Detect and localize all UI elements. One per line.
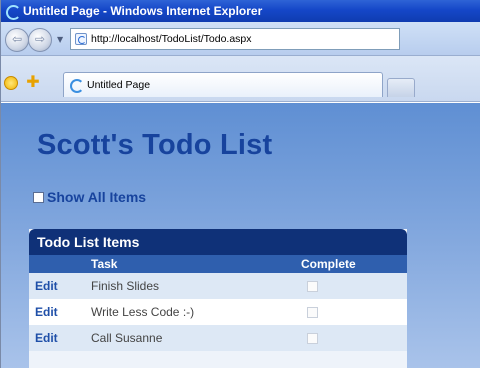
- column-header-complete: Complete: [301, 257, 356, 271]
- browser-window: Untitled Page - Windows Internet Explore…: [0, 0, 480, 368]
- tab-bar: ✚ Untitled Page: [1, 56, 480, 102]
- table-row: Edit Finish Slides: [29, 273, 407, 299]
- address-bar: ⇦ ⇨ ▼ http://localhost/TodoList/Todo.asp…: [1, 22, 480, 56]
- new-tab-button[interactable]: [387, 78, 415, 97]
- show-all-label: Show All Items: [47, 189, 147, 205]
- back-icon: ⇦: [11, 32, 23, 46]
- tab-untitled-page[interactable]: Untitled Page: [63, 72, 383, 97]
- complete-checkbox[interactable]: [307, 281, 318, 292]
- forward-button[interactable]: ⇨: [28, 28, 52, 52]
- edit-link[interactable]: Edit: [35, 273, 58, 299]
- forward-icon: ⇨: [34, 32, 46, 46]
- favorites-star-icon[interactable]: [4, 76, 18, 90]
- ie-icon: [5, 4, 21, 20]
- edit-link[interactable]: Edit: [35, 325, 58, 351]
- column-header-task: Task: [91, 257, 118, 271]
- grid-caption: Todo List Items: [29, 229, 407, 255]
- add-favorites-icon[interactable]: ✚: [25, 74, 41, 90]
- task-cell: Write Less Code :-): [91, 305, 195, 319]
- show-all-checkbox[interactable]: [33, 191, 44, 203]
- url-text: http://localhost/TodoList/Todo.aspx: [91, 33, 252, 45]
- history-dropdown-icon[interactable]: ▼: [57, 35, 63, 44]
- task-cell: Call Susanne: [91, 331, 163, 345]
- table-row: Edit Write Less Code :-): [29, 299, 407, 325]
- ie-tab-icon: [70, 78, 84, 93]
- title-bar: Untitled Page - Windows Internet Explore…: [1, 0, 480, 22]
- edit-link[interactable]: Edit: [35, 299, 58, 325]
- complete-checkbox[interactable]: [307, 333, 318, 344]
- grid-header: Task Complete: [29, 255, 407, 273]
- window-title: Untitled Page - Windows Internet Explore…: [23, 4, 263, 18]
- show-all-items-toggle[interactable]: Show All Items: [33, 189, 146, 205]
- back-button[interactable]: ⇦: [5, 28, 29, 52]
- url-input[interactable]: http://localhost/TodoList/Todo.aspx: [70, 28, 400, 50]
- task-cell: Finish Slides: [91, 279, 160, 293]
- page-title: Scott's Todo List: [37, 129, 273, 161]
- todo-grid: Todo List Items Task Complete Edit Finis…: [29, 229, 407, 368]
- complete-checkbox[interactable]: [307, 307, 318, 318]
- page-content: Scott's Todo List Show All Items Todo Li…: [1, 103, 480, 368]
- page-icon: [75, 33, 87, 45]
- tab-label: Untitled Page: [87, 79, 151, 91]
- table-row: Edit Call Susanne: [29, 325, 407, 351]
